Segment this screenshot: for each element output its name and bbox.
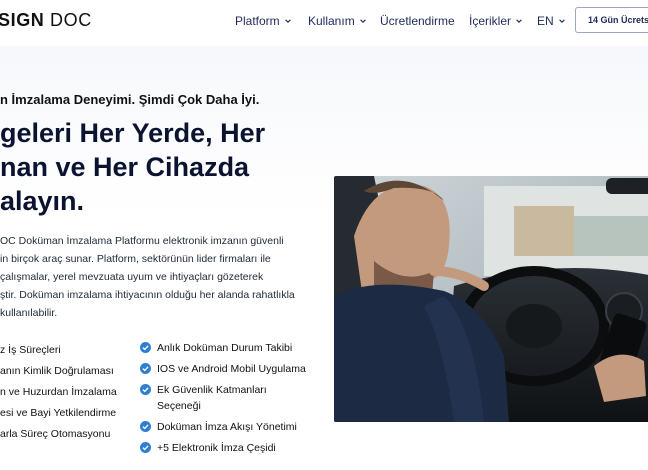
nav-ucretlendirme[interactable]: Ücretlendirme	[380, 14, 455, 28]
feature-item: anın Kimlik Doğrulaması	[0, 365, 114, 377]
feature-text: Anlık Doküman Durum Takibi	[157, 342, 293, 354]
nav-icerikler[interactable]: İçerikler	[469, 14, 523, 28]
description-line: kullanılabilir.	[0, 307, 58, 319]
feature-item: z İş Süreçleri	[0, 344, 61, 356]
chevron-down-icon	[558, 19, 565, 23]
check-circle-icon	[140, 421, 151, 432]
description-line: OC Doküman İmzalama Platformu elektronik…	[0, 235, 284, 247]
nav-platform[interactable]: Platform	[235, 14, 292, 28]
chevron-down-icon	[516, 19, 522, 23]
feature-text: Doküman İmza Akışı Yönetimi	[157, 421, 297, 433]
feature-list-left: z İş Süreçleri anın Kimlik Doğrulaması n…	[0, 340, 130, 445]
feature-item: Ek Güvenlik Katmanları Seçeneği	[140, 382, 282, 414]
chevron-down-icon	[359, 19, 366, 23]
check-circle-icon	[140, 342, 151, 353]
nav-language[interactable]: EN	[537, 14, 566, 28]
feature-text: +5 Elektronik İmza Çeşidi	[157, 442, 276, 454]
description-line: çalışmalar, yerel mevzuata uyum ve ihtiy…	[0, 271, 264, 283]
feature-text: Ek Güvenlik Katmanları Seçeneği	[157, 384, 267, 412]
feature-list-right: Anlık Doküman Durum Takibi IOS ve Androi…	[140, 340, 330, 461]
chevron-down-icon	[284, 19, 291, 23]
feature-item: +5 Elektronik İmza Çeşidi	[140, 440, 330, 456]
description-line: in birçok araç sunar. Platform, sektörün…	[0, 253, 271, 265]
site-header: SIGN DOC Platform Kullanım Ücretlendirme…	[0, 0, 648, 46]
feature-item: esi ve Bayi Yetkilendirme	[0, 407, 117, 419]
feature-item: Doküman İmza Akışı Yönetimi	[140, 419, 330, 435]
headline-line: nan ve Her Cihazda	[0, 152, 250, 182]
feature-item: Anlık Doküman Durum Takibi	[140, 340, 330, 356]
check-circle-icon	[140, 363, 151, 374]
check-circle-icon	[140, 384, 151, 395]
hero-headline: geleri Her Yerde, Her nan ve Her Cihazda…	[0, 116, 300, 218]
feature-item: IOS ve Android Mobil Uygulama	[140, 361, 330, 377]
headline-line: alayın.	[0, 186, 85, 216]
headline-line: geleri Her Yerde, Her	[0, 118, 266, 148]
nav-ucretlendirme-label: Ücretlendirme	[380, 14, 455, 28]
nav-icerikler-label: İçerikler	[469, 14, 512, 28]
feature-item: n ve Huzurdan İmzalama	[0, 386, 117, 398]
description-line: ştir. Doküman imzalama ihtiyacının olduğ…	[0, 289, 295, 301]
main-nav: Platform Kullanım Ücretlendirme İçerikle…	[0, 14, 648, 30]
feature-text: IOS ve Android Mobil Uygulama	[157, 363, 306, 375]
feature-item: arla Süreç Otomasyonu	[0, 428, 111, 440]
hero-description: OC Doküman İmzalama Platformu elektronik…	[0, 232, 310, 322]
free-trial-button[interactable]: 14 Gün Ücretsi	[575, 7, 648, 33]
nav-platform-label: Platform	[235, 14, 280, 28]
hero-eyebrow: n İmzalama Deneyimi. Şimdi Çok Daha İyi.	[0, 92, 260, 107]
nav-kullanim-label: Kullanım	[308, 14, 355, 28]
hero-photo	[334, 176, 648, 422]
man-driving-car-image	[334, 176, 648, 422]
nav-language-label: EN	[537, 14, 554, 28]
check-circle-icon	[140, 442, 151, 453]
nav-kullanim[interactable]: Kullanım	[308, 14, 367, 28]
